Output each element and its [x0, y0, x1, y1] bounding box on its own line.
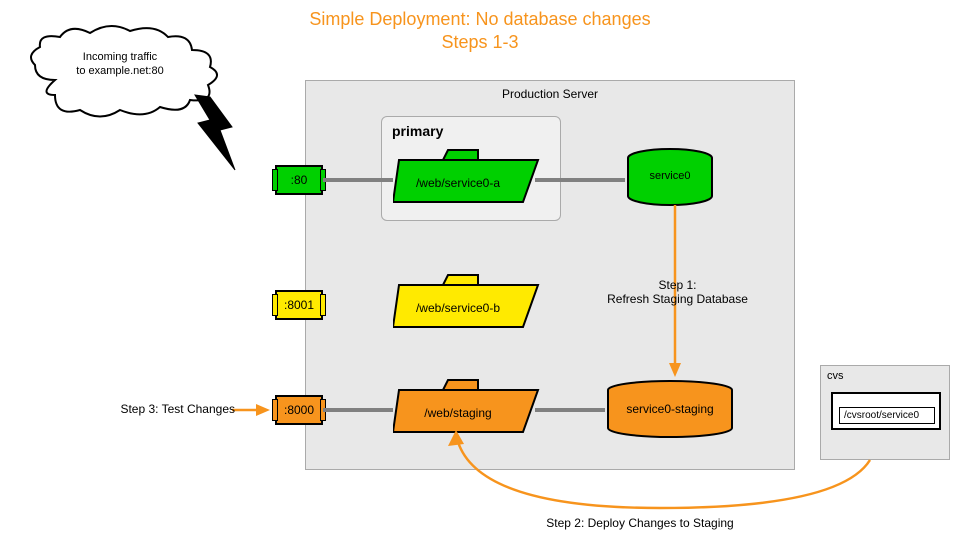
cvs-inner: /cvsroot/service0 — [831, 392, 941, 430]
connector-folder-a-to-db — [535, 178, 625, 182]
step2-label: Step 2: Deploy Changes to Staging — [510, 516, 770, 530]
title-line2: Steps 1-3 — [441, 32, 518, 52]
folder-service0-a: /web/service0-a — [393, 160, 533, 205]
primary-label: primary — [392, 123, 443, 139]
production-server-title: Production Server — [306, 87, 794, 101]
port-8000: :8000 — [275, 395, 323, 425]
port-8001: :8001 — [275, 290, 323, 320]
connector-80-to-folder-a — [323, 178, 393, 182]
db-service0: service0 — [625, 148, 715, 206]
cvs-box: cvs /cvsroot/service0 — [820, 365, 950, 460]
arrow-step3 — [232, 400, 272, 420]
folder-staging: /web/staging — [393, 390, 533, 435]
db-service0-staging: service0-staging — [605, 380, 735, 438]
step1-label: Step 1: Refresh Staging Database — [590, 278, 765, 306]
connector-8000-to-staging — [323, 408, 393, 412]
cvs-path: /cvsroot/service0 — [839, 407, 935, 424]
cloud-text: Incoming traffic to example.net:80 — [55, 50, 185, 79]
step3-label: Step 3: Test Changes — [95, 402, 235, 416]
connector-staging-to-db — [535, 408, 605, 412]
title-line1: Simple Deployment: No database changes — [309, 9, 650, 29]
diagram-title: Simple Deployment: No database changes S… — [0, 8, 960, 55]
cvs-title: cvs — [827, 370, 844, 382]
folder-service0-b: /web/service0-b — [393, 285, 533, 330]
port-80: :80 — [275, 165, 323, 195]
